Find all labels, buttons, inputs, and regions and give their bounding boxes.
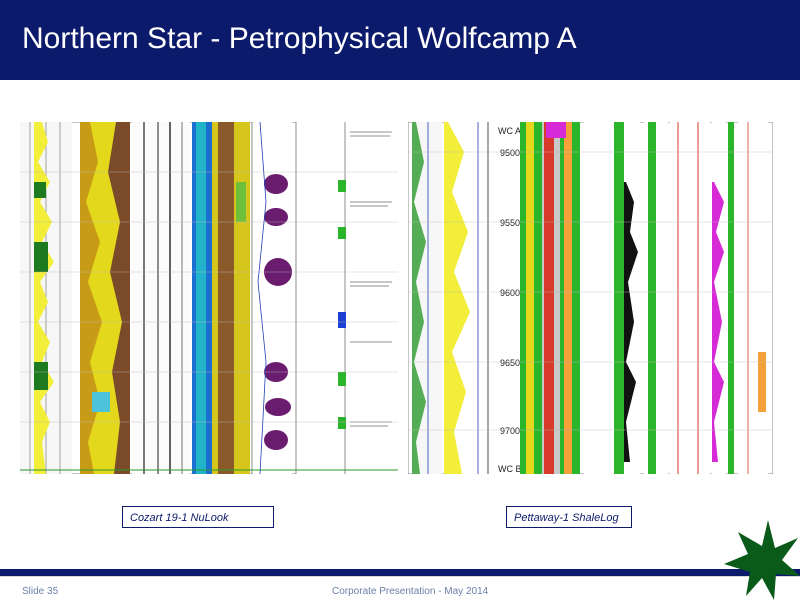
annotation-track bbox=[295, 122, 398, 474]
mineral-track bbox=[192, 122, 250, 474]
saturation-track bbox=[644, 122, 768, 474]
values-track bbox=[584, 122, 640, 474]
slide-number: Slide 35 bbox=[22, 586, 59, 597]
resistivity-track bbox=[132, 122, 190, 474]
gr-track bbox=[20, 122, 72, 474]
pettaway-log-image: WC A 9500 9550 9600 9650 9700 WC B bbox=[407, 121, 774, 475]
cozart-caption: Cozart 19-1 NuLook bbox=[122, 506, 274, 528]
footer-bar bbox=[0, 569, 800, 576]
gr-track bbox=[412, 122, 442, 474]
footer-divider bbox=[0, 576, 800, 577]
pettaway-caption: Pettaway-1 ShaleLog bbox=[506, 506, 632, 528]
lithology-track bbox=[80, 122, 130, 474]
depth-label: 9700 bbox=[500, 426, 520, 436]
bottom-marker-label: WC B bbox=[498, 464, 522, 474]
depth-label: 9650 bbox=[500, 358, 520, 368]
lithology-track bbox=[444, 122, 498, 474]
slide-title: Northern Star - Petrophysical Wolfcamp A bbox=[22, 22, 577, 55]
depth-label: 9500 bbox=[500, 148, 520, 158]
mineral-track bbox=[520, 122, 580, 474]
depth-label: 9600 bbox=[500, 288, 520, 298]
footer-text: Corporate Presentation - May 2014 bbox=[332, 586, 489, 597]
depth-track: WC A 9500 9550 9600 9650 9700 WC B bbox=[498, 122, 522, 474]
depth-label: 9550 bbox=[500, 218, 520, 228]
porosity-track bbox=[251, 121, 292, 475]
top-marker-label: WC A bbox=[498, 126, 521, 136]
star-logo-icon bbox=[724, 520, 800, 600]
cozart-log-image bbox=[19, 121, 399, 475]
